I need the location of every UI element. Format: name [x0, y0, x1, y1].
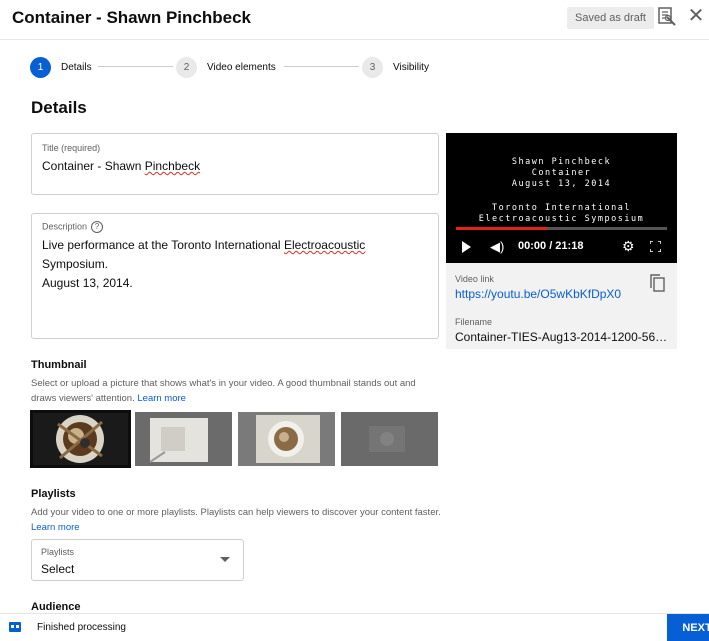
step-video-elements[interactable]: 2 Video elements [176, 55, 276, 79]
video-link-label: Video link [455, 274, 494, 284]
playlists-learn-more-link[interactable]: Learn more [31, 522, 80, 533]
copy-icon[interactable] [649, 274, 665, 292]
step-label: Visibility [393, 61, 429, 73]
thumbnail-description: Select or upload a picture that shows wh… [31, 376, 441, 406]
video-frame-text: Shawn Pinchbeck [511, 157, 612, 167]
thumbnail-option[interactable] [341, 412, 438, 466]
title-field-value[interactable]: Container - Shawn Pinchbeck [42, 157, 428, 176]
description-field-label: Description? [42, 221, 104, 233]
description-line: Live performance at the Toronto Internat… [42, 236, 428, 274]
description-text: Symposium. [42, 257, 109, 271]
video-player[interactable]: Shawn Pinchbeck Container August 13, 201… [446, 133, 677, 263]
play-icon[interactable] [462, 241, 471, 253]
step-visibility[interactable]: 3 Visibility [362, 55, 429, 79]
thumbnail-desc-text: Select or upload a picture that shows wh… [31, 378, 416, 404]
video-controls: ◀) 00:00 / 21:18 ⚙ [446, 237, 677, 257]
section-title-details: Details [31, 98, 87, 117]
close-icon[interactable]: ✕ [686, 6, 706, 26]
thumbnail-option[interactable] [238, 412, 335, 466]
playlists-dropdown[interactable]: Playlists Select [31, 539, 244, 581]
filename-value: Container-TIES-Aug13-2014-1200-560.... [455, 330, 670, 344]
description-label-text: Description [42, 221, 88, 232]
processing-status-icon [9, 622, 21, 632]
video-time: 00:00 / 21:18 [518, 240, 584, 252]
dialog-title: Container - Shawn Pinchbeck [12, 8, 251, 27]
thumbnail-option[interactable] [135, 412, 232, 466]
fullscreen-icon[interactable] [650, 241, 661, 252]
thumbnail-image [135, 412, 232, 466]
video-link[interactable]: https://youtu.be/O5wKbKfDpX0 [455, 287, 621, 301]
filename-label: Filename [455, 317, 493, 327]
help-circle-icon[interactable]: ? [91, 221, 104, 233]
title-field-label: Title (required) [42, 143, 101, 153]
video-frame-text: Electroacoustic Symposium [478, 214, 645, 224]
thumbnail-image [32, 412, 129, 466]
step-number: 2 [176, 56, 197, 78]
playlists-dropdown-label: Playlists [41, 547, 75, 557]
audience-title: Audience [31, 601, 81, 613]
thumbnail-learn-more-link[interactable]: Learn more [137, 393, 186, 404]
stepper-connector [284, 66, 359, 67]
video-frame-text: Container [531, 168, 592, 178]
dialog-footer: Finished processing NEXT [0, 613, 709, 641]
step-label: Details [61, 61, 92, 73]
video-frame-text: August 13, 2014 [511, 179, 612, 189]
description-text: Live performance at the Toronto Internat… [42, 238, 284, 252]
spellcheck-flag: Electroacoustic [283, 238, 366, 252]
thumbnail-option[interactable] [30, 410, 131, 468]
step-label: Video elements [207, 61, 276, 73]
playlists-dropdown-value: Select [41, 562, 75, 576]
chevron-down-icon [220, 557, 230, 562]
description-field[interactable]: Description? Live performance at the Tor… [31, 213, 439, 339]
spellcheck-flag: Pinchbeck [144, 159, 201, 173]
thumbnail-image [238, 412, 335, 466]
video-preview-card: Shawn Pinchbeck Container August 13, 201… [446, 133, 677, 349]
title-field[interactable]: Title (required) Container - Shawn Pinch… [31, 133, 439, 195]
next-button[interactable]: NEXT [667, 614, 709, 641]
title-text: Container - Shawn [42, 159, 145, 173]
volume-icon[interactable]: ◀) [490, 239, 504, 255]
description-line: August 13, 2014. [42, 276, 133, 290]
upload-stepper: 1 Details 2 Video elements 3 Visibility [30, 55, 450, 79]
playlists-description: Add your video to one or more playlists.… [31, 505, 441, 535]
gear-icon[interactable]: ⚙ [622, 238, 635, 255]
playlists-title: Playlists [31, 488, 76, 500]
video-progress-fill [456, 227, 547, 230]
step-number: 1 [30, 56, 51, 78]
description-field-value[interactable]: Live performance at the Toronto Internat… [42, 236, 428, 293]
processing-status-text: Finished processing [37, 622, 126, 633]
video-frame-text: Toronto International [492, 203, 631, 213]
stepper-connector [98, 66, 173, 67]
step-details[interactable]: 1 Details [30, 55, 92, 79]
draft-status-badge: Saved as draft [567, 7, 654, 29]
dialog-header: Container - Shawn Pinchbeck Saved as dra… [0, 0, 709, 40]
feedback-icon[interactable] [657, 6, 677, 28]
thumbnail-title: Thumbnail [31, 359, 87, 371]
playlists-desc-text: Add your video to one or more playlists.… [31, 507, 441, 518]
step-number: 3 [362, 56, 383, 78]
video-progress-bar[interactable] [456, 227, 667, 230]
thumbnail-image [341, 412, 438, 466]
